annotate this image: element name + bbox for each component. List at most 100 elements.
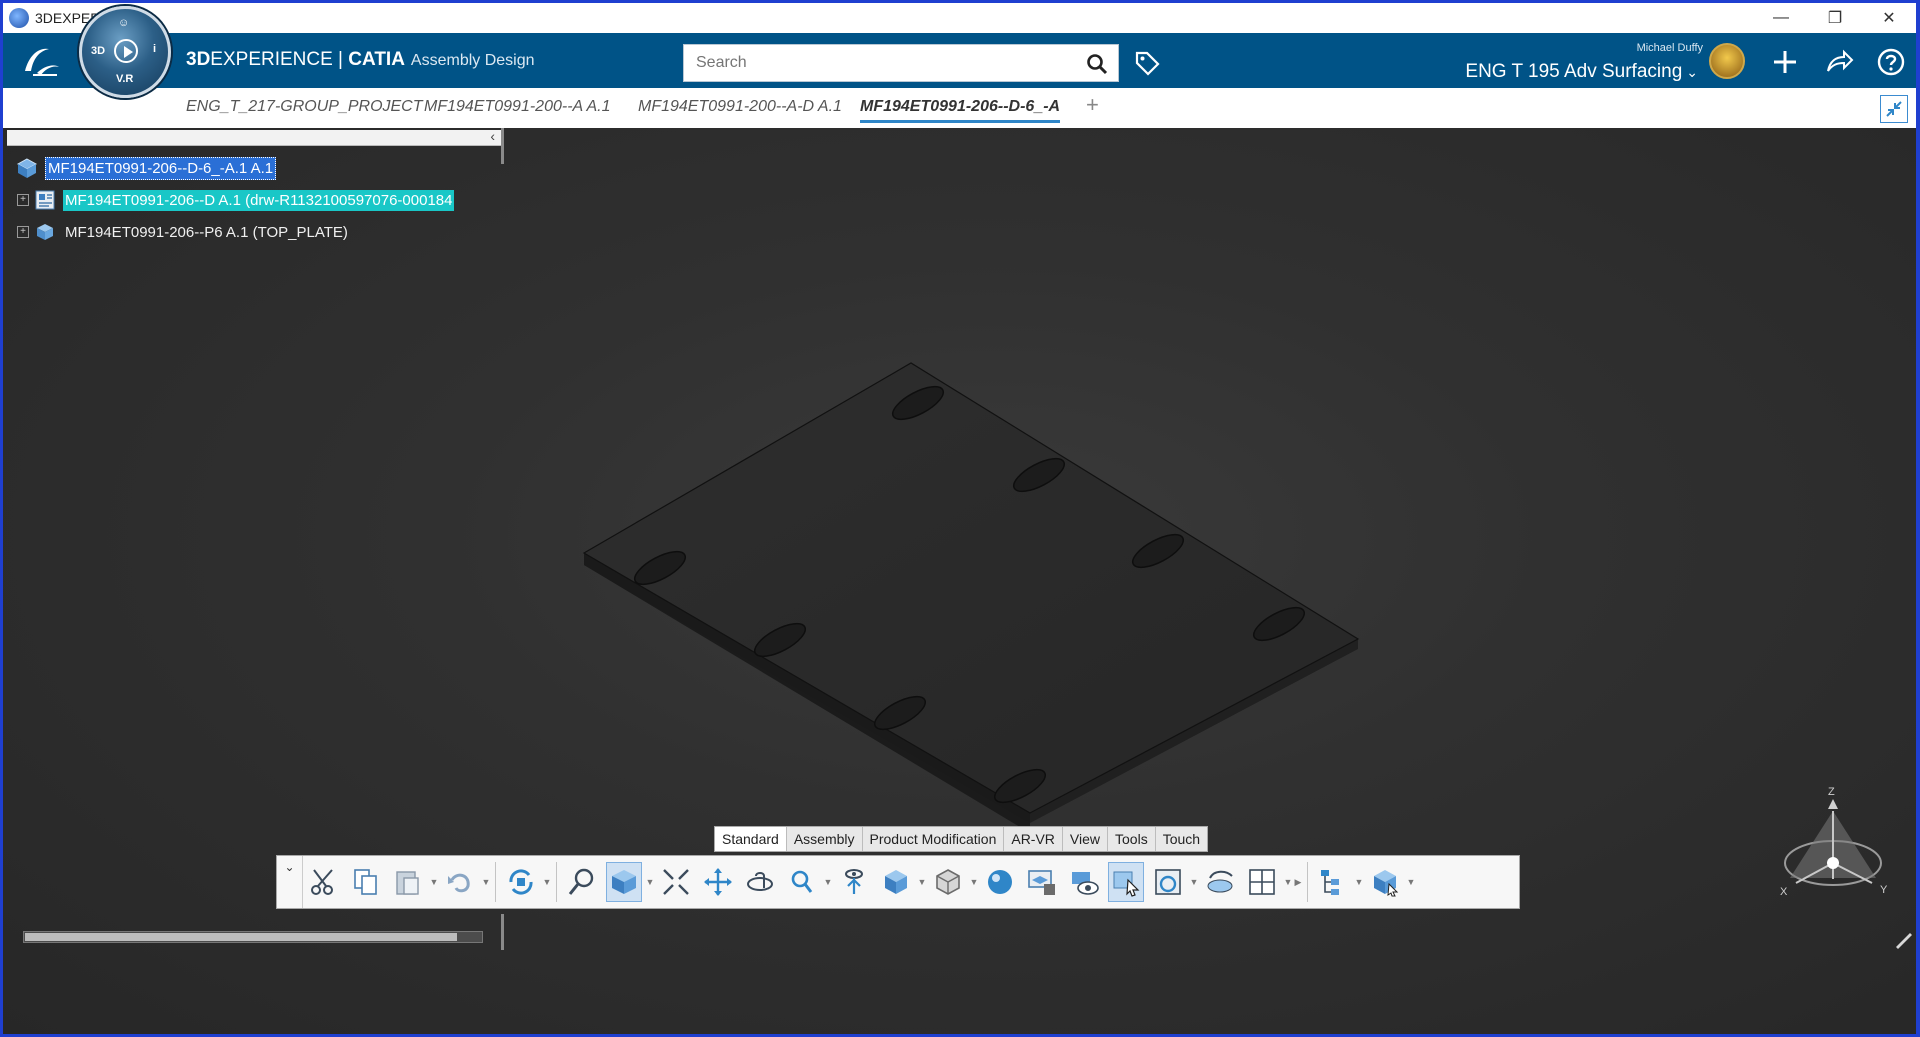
tree-root-label[interactable]: MF194ET0991-206--D-6_-A.1 A.1 — [45, 156, 277, 180]
fit-all-button[interactable] — [658, 862, 694, 902]
top-plate-model[interactable] — [573, 308, 1373, 828]
restore-button[interactable]: ❐ — [1808, 3, 1862, 33]
iso-view-dropdown[interactable]: ▼ — [917, 877, 927, 887]
view-mode-button[interactable] — [606, 862, 642, 902]
view-triad[interactable]: Z X Y — [1768, 783, 1898, 913]
rotate-button[interactable] — [742, 862, 778, 902]
tree-item-drawing-label[interactable]: MF194ET0991-206--D A.1 (drw-R11321005970… — [63, 189, 455, 211]
tree-button[interactable] — [1315, 862, 1351, 902]
update-button[interactable] — [503, 862, 539, 902]
collapse-button[interactable] — [1880, 95, 1908, 123]
select-icon — [1113, 871, 1140, 897]
tree-panel-header: ‹ — [7, 128, 501, 146]
ambience-icon — [988, 870, 1012, 894]
minimize-button[interactable]: — — [1754, 3, 1808, 33]
cut-button[interactable] — [306, 862, 342, 902]
pan-icon — [704, 868, 732, 896]
zoom-in-icon — [791, 870, 813, 893]
pencil-icon[interactable] — [1893, 928, 1915, 950]
tree-horizontal-scrollbar[interactable] — [23, 931, 483, 943]
pan-button[interactable] — [700, 862, 736, 902]
tree-splitter-bottom[interactable] — [501, 914, 504, 950]
tree-item-top-plate-label[interactable]: MF194ET0991-206--P6 A.1 (TOP_PLATE) — [63, 222, 350, 243]
section-touch[interactable]: Touch — [1156, 827, 1207, 851]
capture-button[interactable] — [1024, 862, 1060, 902]
chevron-down-icon[interactable]: ⌄ — [277, 856, 303, 908]
dassault-logo[interactable] — [19, 41, 63, 81]
section-assembly[interactable]: Assembly — [787, 827, 863, 851]
tree-splitter[interactable] — [501, 128, 504, 164]
fit-all-icon — [663, 869, 689, 895]
compass-vr[interactable]: V.R — [116, 73, 133, 85]
tree-item-drawing[interactable]: + MF194ET0991-206--D A.1 (drw-R113210059… — [17, 188, 455, 212]
search-input[interactable] — [684, 45, 1054, 81]
section-standard[interactable]: Standard — [715, 827, 787, 851]
zoom-in-button[interactable] — [784, 862, 820, 902]
section-view[interactable]: View — [1063, 827, 1109, 851]
chevron-left-icon[interactable]: ‹ — [490, 128, 495, 144]
collapse-icon — [1886, 101, 1902, 117]
paste-button[interactable] — [390, 862, 426, 902]
tab-200-a-d[interactable]: MF194ET0991-200--A-D A.1 — [638, 98, 842, 116]
help-icon[interactable] — [1876, 47, 1906, 77]
reframe-dropdown[interactable]: ▼ — [1189, 877, 1199, 887]
product-icon — [16, 158, 38, 178]
tab-206-d-6[interactable]: MF194ET0991-206--D-6_-A — [860, 98, 1061, 123]
part-button[interactable] — [1367, 862, 1403, 902]
tab-group-project[interactable]: ENG_T_217-GROUP_PROJECT — [186, 98, 423, 116]
expand-icon[interactable]: + — [17, 226, 29, 238]
hide-show-button[interactable] — [1066, 862, 1102, 902]
iso-view-button[interactable] — [878, 862, 914, 902]
close-button[interactable]: ✕ — [1862, 3, 1916, 33]
fly-button[interactable] — [836, 862, 872, 902]
section-ar-vr[interactable]: AR-VR — [1004, 827, 1063, 851]
collab-space-selector[interactable]: ENG T 195 Adv Surfacing ⌄ — [1465, 61, 1698, 83]
rotate-icon — [747, 872, 773, 891]
zoom-button[interactable] — [564, 862, 600, 902]
user-name[interactable]: Michael Duffy — [1637, 42, 1703, 54]
undo-dropdown[interactable]: ▼ — [481, 877, 491, 887]
undo-button[interactable] — [442, 862, 478, 902]
more-arrow-icon[interactable]: ▶ — [1293, 877, 1303, 888]
expand-icon[interactable]: + — [17, 194, 29, 206]
tag-icon[interactable] — [1133, 49, 1161, 77]
compass-social[interactable]: ☺ — [118, 17, 129, 29]
avatar[interactable] — [1709, 43, 1745, 79]
paste-icon — [396, 871, 419, 895]
part-dropdown[interactable]: ▼ — [1406, 877, 1416, 887]
zoom-in-dropdown[interactable]: ▼ — [823, 877, 833, 887]
search-box[interactable] — [683, 44, 1119, 82]
ambience-button[interactable] — [982, 862, 1018, 902]
share-icon[interactable] — [1824, 47, 1854, 77]
compass-info[interactable]: i — [153, 43, 156, 55]
copy-button[interactable] — [348, 862, 384, 902]
compass-3d[interactable]: 3D — [91, 45, 105, 57]
update-dropdown[interactable]: ▼ — [542, 877, 552, 887]
select-button[interactable] — [1108, 862, 1144, 902]
update-icon — [509, 869, 533, 895]
collab-space-label: ENG T 195 Adv Surfacing — [1465, 61, 1683, 82]
paste-dropdown[interactable]: ▼ — [429, 877, 439, 887]
layout-icon — [1249, 869, 1275, 895]
scrollbar-thumb[interactable] — [25, 933, 457, 941]
tab-200-a[interactable]: MF194ET0991-200--A A.1 — [424, 98, 610, 116]
render-style-dropdown[interactable]: ▼ — [969, 877, 979, 887]
action-bar: ⌄ ▼ ▼ ▼ ▼ ▼ ▼ ▼ ▼ ▼ ▶ ▼ ▼ — [276, 855, 1520, 909]
tree-root-node[interactable]: MF194ET0991-206--D-6_-A.1 A.1 — [15, 156, 277, 180]
section-tools[interactable]: Tools — [1108, 827, 1156, 851]
add-icon[interactable] — [1770, 47, 1800, 77]
reframe-button[interactable] — [1150, 862, 1186, 902]
view-mode-dropdown[interactable]: ▼ — [645, 877, 655, 887]
layout-button[interactable] — [1244, 862, 1280, 902]
tree-dropdown[interactable]: ▼ — [1354, 877, 1364, 887]
play-icon[interactable] — [114, 39, 138, 63]
add-tab-button[interactable]: + — [1086, 92, 1099, 118]
toolbar-separator — [556, 862, 557, 902]
section-product-modification[interactable]: Product Modification — [863, 827, 1005, 851]
tree-item-top-plate[interactable]: + MF194ET0991-206--P6 A.1 (TOP_PLATE) — [17, 220, 350, 244]
compass-widget[interactable]: ☺ 3D i V.R — [79, 6, 171, 98]
layout-dropdown[interactable]: ▼ — [1283, 877, 1293, 887]
measure-button[interactable] — [1202, 862, 1238, 902]
render-style-button[interactable] — [930, 862, 966, 902]
search-icon[interactable] — [1086, 53, 1108, 75]
